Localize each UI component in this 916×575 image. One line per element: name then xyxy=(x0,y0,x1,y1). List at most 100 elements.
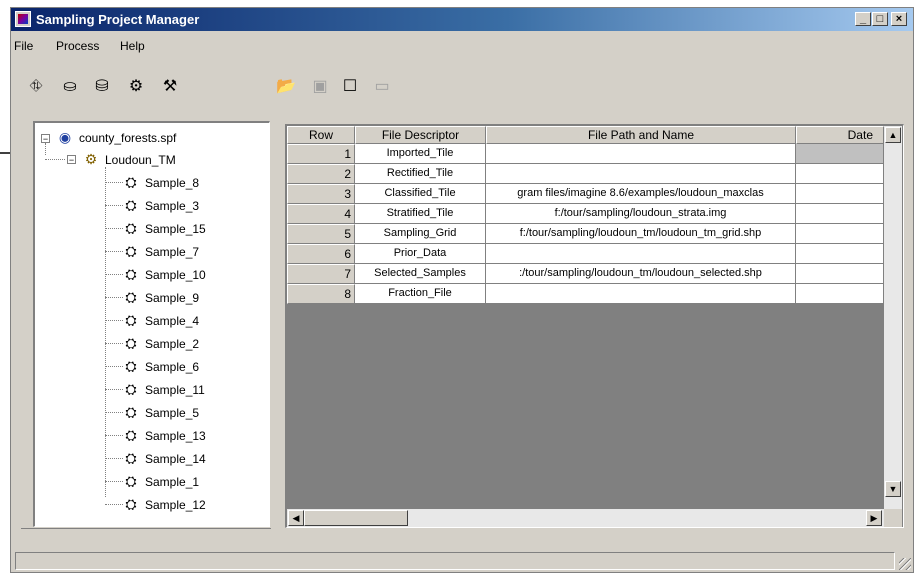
cell-date[interactable] xyxy=(796,204,884,224)
settings-icon[interactable]: ⚙ xyxy=(125,76,147,98)
cell-date[interactable] xyxy=(796,184,884,204)
tree-project[interactable]: ⚙ Loudoun_TM xyxy=(83,151,177,168)
tree-sample[interactable]: ⛭ Sample_2 xyxy=(123,335,200,352)
tree-sample[interactable]: ⛭ Sample_15 xyxy=(123,220,207,237)
row-header[interactable]: 6 xyxy=(287,244,355,264)
sample-icon: ⛭ xyxy=(125,381,137,397)
cell-path[interactable]: f:/tour/sampling/loudoun_tm/loudoun_tm_g… xyxy=(486,224,796,244)
sample-icon: ⛭ xyxy=(125,243,137,259)
cell-descriptor[interactable]: Imported_Tile xyxy=(355,144,486,164)
close-button[interactable]: × xyxy=(891,12,907,26)
tree-line xyxy=(105,343,123,344)
cell-descriptor[interactable]: Prior_Data xyxy=(355,244,486,264)
cell-date[interactable] xyxy=(796,224,884,244)
tree-sample[interactable]: ⛭ Sample_8 xyxy=(123,174,200,191)
tree-line xyxy=(105,320,123,321)
horizontal-scrollbar[interactable]: ◀ ▶ xyxy=(287,509,902,527)
tree-sample[interactable]: ⛭ Sample_1 xyxy=(123,473,200,490)
cell-path[interactable] xyxy=(486,244,796,264)
cell-descriptor[interactable]: Sampling_Grid xyxy=(355,224,486,244)
tree-line xyxy=(105,182,123,183)
menu-process[interactable]: Process xyxy=(56,39,99,53)
cell-date[interactable] xyxy=(796,144,884,164)
cell-descriptor[interactable]: Fraction_File xyxy=(355,284,486,304)
tree-root[interactable]: ◉ county_forests.spf xyxy=(57,129,177,146)
add-icon[interactable]: ⛀ xyxy=(59,76,81,98)
tree-line xyxy=(105,458,123,459)
scroll-down-arrow-icon[interactable]: ▼ xyxy=(885,481,901,497)
tree-line xyxy=(105,228,123,229)
project-expander[interactable]: − xyxy=(67,155,76,165)
tree-sample[interactable]: ⛭ Sample_3 xyxy=(123,197,200,214)
tree-sample[interactable]: ⛭ Sample_11 xyxy=(123,381,206,398)
row-header[interactable]: 4 xyxy=(287,204,355,224)
root-expander[interactable]: − xyxy=(41,134,50,144)
column-header-descriptor[interactable]: File Descriptor xyxy=(355,126,486,144)
cell-descriptor[interactable]: Classified_Tile xyxy=(355,184,486,204)
tree-sample[interactable]: ⛭ Sample_12 xyxy=(123,496,207,513)
horizontal-scroll-thumb[interactable] xyxy=(304,510,408,526)
project-tree[interactable]: − ◉ county_forests.spf − ⚙ Loudoun_TM ⛭ S… xyxy=(33,121,270,527)
table-icon[interactable]: ▣ xyxy=(309,76,331,98)
sample-icon: ⛭ xyxy=(125,197,137,213)
row-header[interactable]: 5 xyxy=(287,224,355,244)
sample-icon: ⛭ xyxy=(125,496,137,512)
scroll-up-arrow-icon[interactable]: ▲ xyxy=(885,127,901,143)
tree-line xyxy=(105,481,123,482)
maximize-button[interactable]: □ xyxy=(872,12,888,26)
minimize-button[interactable]: _ xyxy=(855,12,871,26)
menu-file[interactable]: File xyxy=(14,39,33,53)
scroll-corner xyxy=(884,509,902,527)
remove-icon[interactable]: ⛁ xyxy=(91,76,113,98)
cell-descriptor[interactable]: Stratified_Tile xyxy=(355,204,486,224)
column-header-path[interactable]: File Path and Name xyxy=(486,126,796,144)
tree-line xyxy=(105,504,123,505)
menu-help[interactable]: Help xyxy=(120,39,145,53)
row-header[interactable]: 1 xyxy=(287,144,355,164)
cell-date[interactable] xyxy=(796,284,884,304)
scroll-left-arrow-icon[interactable]: ◀ xyxy=(288,510,304,526)
cell-path[interactable]: gram files/imagine 8.6/examples/loudoun_… xyxy=(486,184,796,204)
vertical-scrollbar[interactable]: ▲ ▼ xyxy=(884,126,902,509)
column-header-row[interactable]: Row xyxy=(287,126,355,144)
tree-sample[interactable]: ⛭ Sample_4 xyxy=(123,312,200,329)
tree-sample[interactable]: ⛭ Sample_5 xyxy=(123,404,200,421)
sample-icon: ⛭ xyxy=(125,473,137,489)
new-project-icon[interactable]: ⛗ xyxy=(25,76,47,98)
window-icon[interactable]: ☐ xyxy=(339,76,361,98)
title-bar: Sampling Project Manager _ □ × xyxy=(11,8,913,31)
tree-sample[interactable]: ⛭ Sample_7 xyxy=(123,243,200,260)
tree-sample[interactable]: ⛭ Sample_9 xyxy=(123,289,200,306)
cell-path[interactable]: f:/tour/sampling/loudoun_strata.img xyxy=(486,204,796,224)
cell-descriptor[interactable]: Selected_Samples xyxy=(355,264,486,284)
cell-path[interactable]: :/tour/sampling/loudoun_tm/loudoun_selec… xyxy=(486,264,796,284)
tree-sample[interactable]: ⛭ Sample_13 xyxy=(123,427,207,444)
file-table[interactable]: Row File Descriptor File Path and Name D… xyxy=(285,124,904,528)
tree-sample[interactable]: ⛭ Sample_10 xyxy=(123,266,207,283)
cell-date[interactable] xyxy=(796,264,884,284)
sample-icon: ⛭ xyxy=(125,312,137,328)
column-header-date[interactable]: Date xyxy=(796,126,884,144)
row-header[interactable]: 7 xyxy=(287,264,355,284)
sample-icon: ⛭ xyxy=(125,404,137,420)
row-header[interactable]: 8 xyxy=(287,284,355,304)
row-header[interactable]: 3 xyxy=(287,184,355,204)
cell-date[interactable] xyxy=(796,244,884,264)
cell-date[interactable] xyxy=(796,164,884,184)
scroll-right-arrow-icon[interactable]: ▶ xyxy=(866,510,882,526)
sample-icon: ⛭ xyxy=(125,427,137,443)
cell-path[interactable] xyxy=(486,144,796,164)
tree-line xyxy=(105,389,123,390)
tree-sample[interactable]: ⛭ Sample_14 xyxy=(123,450,207,467)
cell-descriptor[interactable]: Rectified_Tile xyxy=(355,164,486,184)
tools-icon[interactable]: ⚒ xyxy=(159,76,181,98)
tree-line xyxy=(105,274,123,275)
tree-sample[interactable]: ⛭ Sample_6 xyxy=(123,358,200,375)
row-header[interactable]: 2 xyxy=(287,164,355,184)
menu-bar: File Process Help xyxy=(11,35,913,55)
open-folder-icon[interactable]: 📂 xyxy=(275,76,297,98)
cell-path[interactable] xyxy=(486,164,796,184)
resize-grip-icon[interactable] xyxy=(899,558,911,570)
sample-icon: ⛭ xyxy=(125,174,137,190)
cell-path[interactable] xyxy=(486,284,796,304)
